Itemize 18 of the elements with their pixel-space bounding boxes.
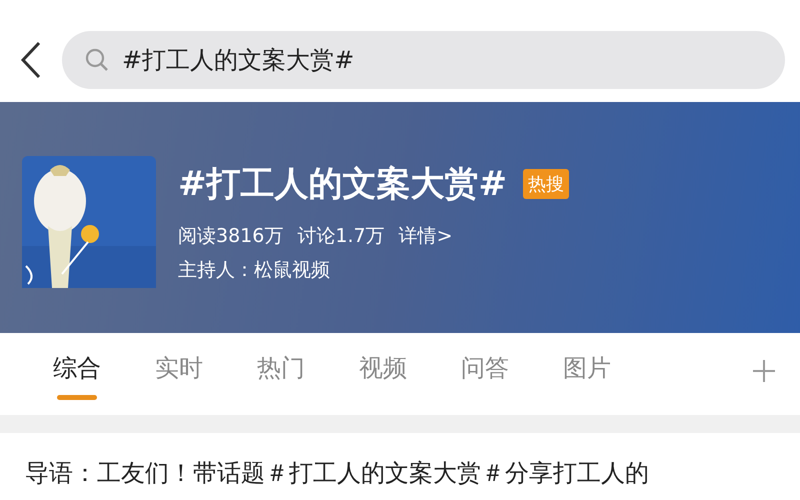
hot-search-badge: 热搜 xyxy=(522,168,569,198)
topic-stat: 讨论1.7万 xyxy=(297,224,385,248)
intro-text: 导语：工友们！带话题＃打工人的文案大赏＃分享打工人的 xyxy=(24,458,650,489)
tab[interactable]: 图片 xyxy=(563,352,611,402)
tab[interactable]: 视频 xyxy=(359,352,407,402)
search-field[interactable]: #打工人的文案大赏# xyxy=(62,31,785,89)
topic-stat[interactable]: 详情> xyxy=(398,222,452,248)
search-icon xyxy=(84,47,110,73)
topic-host: 主持人：松鼠视频 xyxy=(178,258,331,282)
topic-title: #打工人的文案大赏# xyxy=(178,162,507,206)
back-icon[interactable] xyxy=(20,41,42,79)
topic-stat: 阅读3816万 xyxy=(178,224,284,248)
search-query: #打工人的文案大赏# xyxy=(122,45,354,76)
tab[interactable]: 实时 xyxy=(155,352,203,402)
tab[interactable]: 问答 xyxy=(461,352,509,402)
tab[interactable]: 热门 xyxy=(257,352,305,402)
add-icon[interactable] xyxy=(752,359,776,383)
tab[interactable]: 综合 xyxy=(53,352,101,402)
